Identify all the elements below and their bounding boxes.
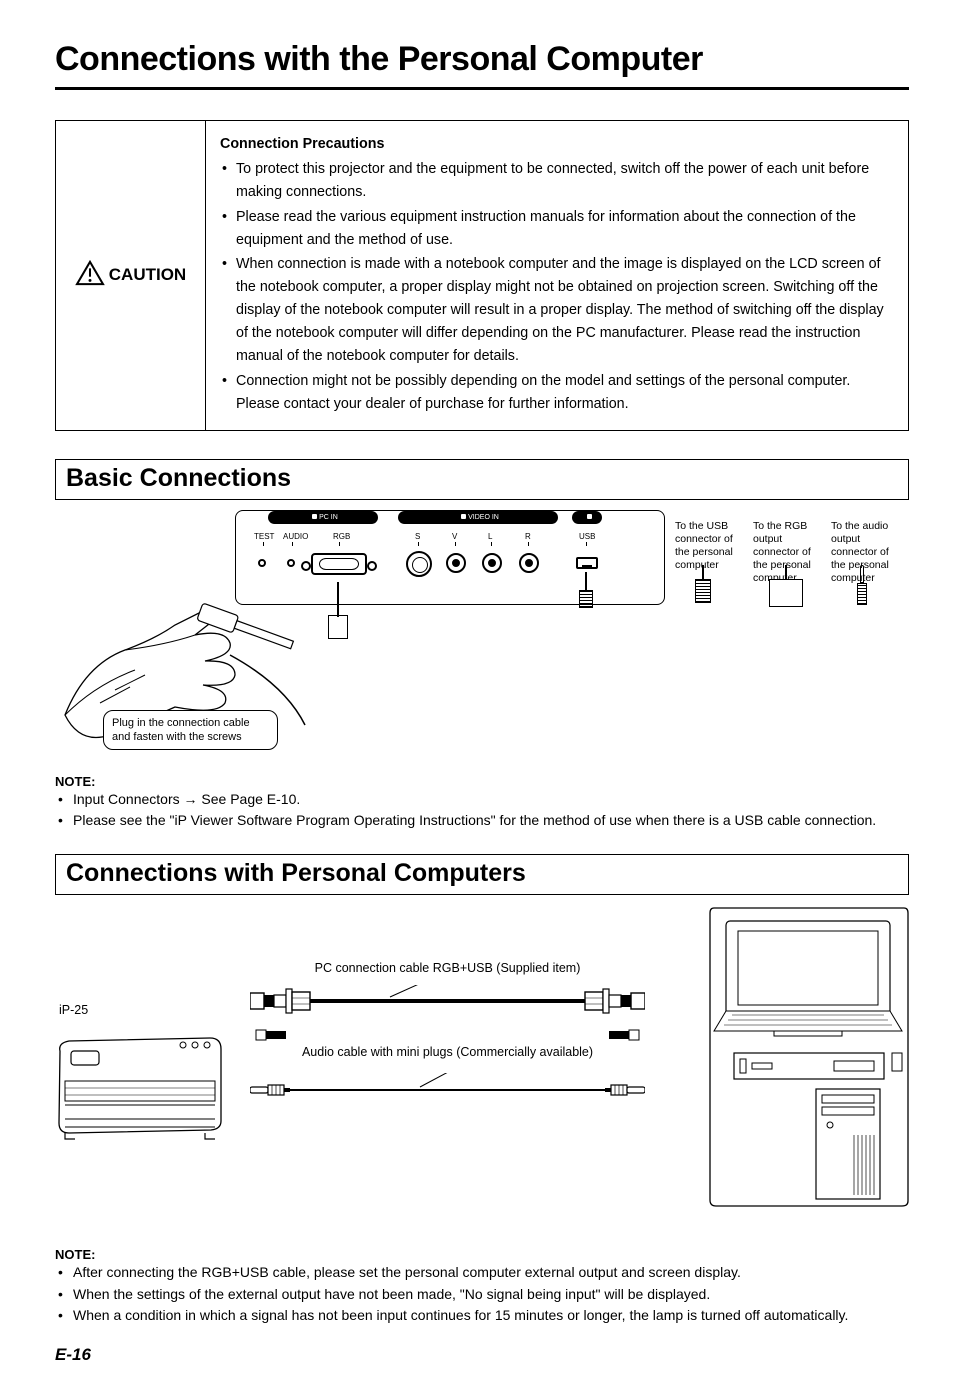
note-item: Please see the "iP Viewer Software Progr…: [55, 810, 909, 832]
port-label-v: V: [452, 532, 457, 541]
audio-cable-illustration: [250, 1073, 645, 1107]
note-heading-2: NOTE:: [55, 1247, 909, 1262]
title-rule: [55, 87, 909, 90]
caution-heading: Connection Precautions: [220, 133, 890, 156]
section-title: Connections with Personal Computers: [66, 859, 898, 888]
caution-word: CAUTION: [109, 265, 186, 284]
port-label-l: L: [488, 532, 492, 541]
port-label-test: TEST: [254, 532, 274, 541]
rgbusb-cable-illustration: [250, 985, 645, 1019]
caution-item: Please read the various equipment instru…: [220, 206, 890, 252]
dest-usb: To the USB connector of the personal com…: [675, 520, 751, 586]
rgbusb-secondary: [250, 1027, 645, 1043]
projector-model-label: iP-25: [59, 1003, 88, 1017]
usb-pill: [572, 511, 602, 524]
vga-plug-illustration: [769, 565, 803, 607]
v-jack: [446, 553, 466, 573]
port-label-s: S: [415, 532, 420, 541]
video-icon: [461, 514, 466, 519]
rgb-connector: [328, 615, 348, 639]
r-jack: [519, 553, 539, 573]
section-pc-connections-header: Connections with Personal Computers: [55, 854, 909, 895]
note-item: After connecting the RGB+USB cable, plea…: [55, 1262, 909, 1284]
port-label-r: R: [525, 532, 531, 541]
l-jack: [482, 553, 502, 573]
test-port: [258, 559, 266, 567]
usb-icon: [587, 514, 592, 519]
projector-illustration: [55, 1033, 225, 1143]
videoin-pill: VIDEO IN: [398, 511, 558, 524]
rgb-port: [311, 553, 367, 575]
audio-plug-illustration: [857, 565, 867, 605]
port-label-rgb: RGB: [333, 532, 350, 541]
dest-audio: To the audio output connector of the per…: [831, 520, 907, 586]
usb-plug-illustration: [695, 565, 711, 603]
note-list-2: After connecting the RGB+USB cable, plea…: [55, 1262, 909, 1327]
svideo-port: [406, 551, 432, 577]
plug-instruction-label: Plug in the connection cable and fasten …: [103, 710, 278, 751]
caution-list: To protect this projector and the equipm…: [220, 158, 890, 416]
usb-cable: [585, 572, 587, 592]
caution-content: Connection Precautions To protect this p…: [206, 121, 909, 431]
note-item: When the settings of the external output…: [55, 1284, 909, 1306]
note-list-1: Input Connectors → See Page E-10. Please…: [55, 789, 909, 832]
note-item: Input Connectors → See Page E-10.: [55, 789, 909, 811]
note-heading-1: NOTE:: [55, 774, 909, 789]
page-title: Connections with the Personal Computer: [55, 40, 909, 79]
section-basic-connections-header: Basic Connections: [55, 459, 909, 500]
cable-label-audio: Audio cable with mini plugs (Commerciall…: [250, 1045, 645, 1059]
port-label-usb: USB: [579, 532, 595, 541]
caution-item: When connection is made with a notebook …: [220, 253, 890, 367]
pc-connection-diagram: iP-25: [55, 903, 909, 1233]
personal-computer-illustration: [704, 903, 909, 1218]
warning-triangle-icon: [75, 260, 105, 291]
cable-label-rgbusb: PC connection cable RGB+USB (Supplied it…: [250, 961, 645, 975]
pcin-pill: PC IN: [268, 511, 378, 524]
section-title: Basic Connections: [66, 464, 898, 493]
monitor-icon: [312, 514, 317, 519]
caution-item: To protect this projector and the equipm…: [220, 158, 890, 204]
port-label-audio: AUDIO: [283, 532, 308, 541]
rgb-cable: [337, 582, 339, 617]
basic-connections-diagram: PC IN VIDEO IN TEST AUDIO RGB S V L R US…: [55, 510, 909, 760]
caution-label-cell: CAUTION: [56, 121, 206, 431]
usb-port: [576, 557, 598, 569]
caution-box: CAUTION Connection Precautions To protec…: [55, 120, 909, 431]
caution-item: Connection might not be possibly dependi…: [220, 370, 890, 416]
projector-rear-panel: PC IN VIDEO IN TEST AUDIO RGB S V L R US…: [235, 510, 665, 605]
page-number: E-16: [55, 1345, 909, 1365]
audio-port: [287, 559, 295, 567]
page: Connections with the Personal Computer C…: [0, 0, 954, 1395]
note-item: When a condition in which a signal has n…: [55, 1305, 909, 1327]
usb-connector: [579, 590, 593, 608]
